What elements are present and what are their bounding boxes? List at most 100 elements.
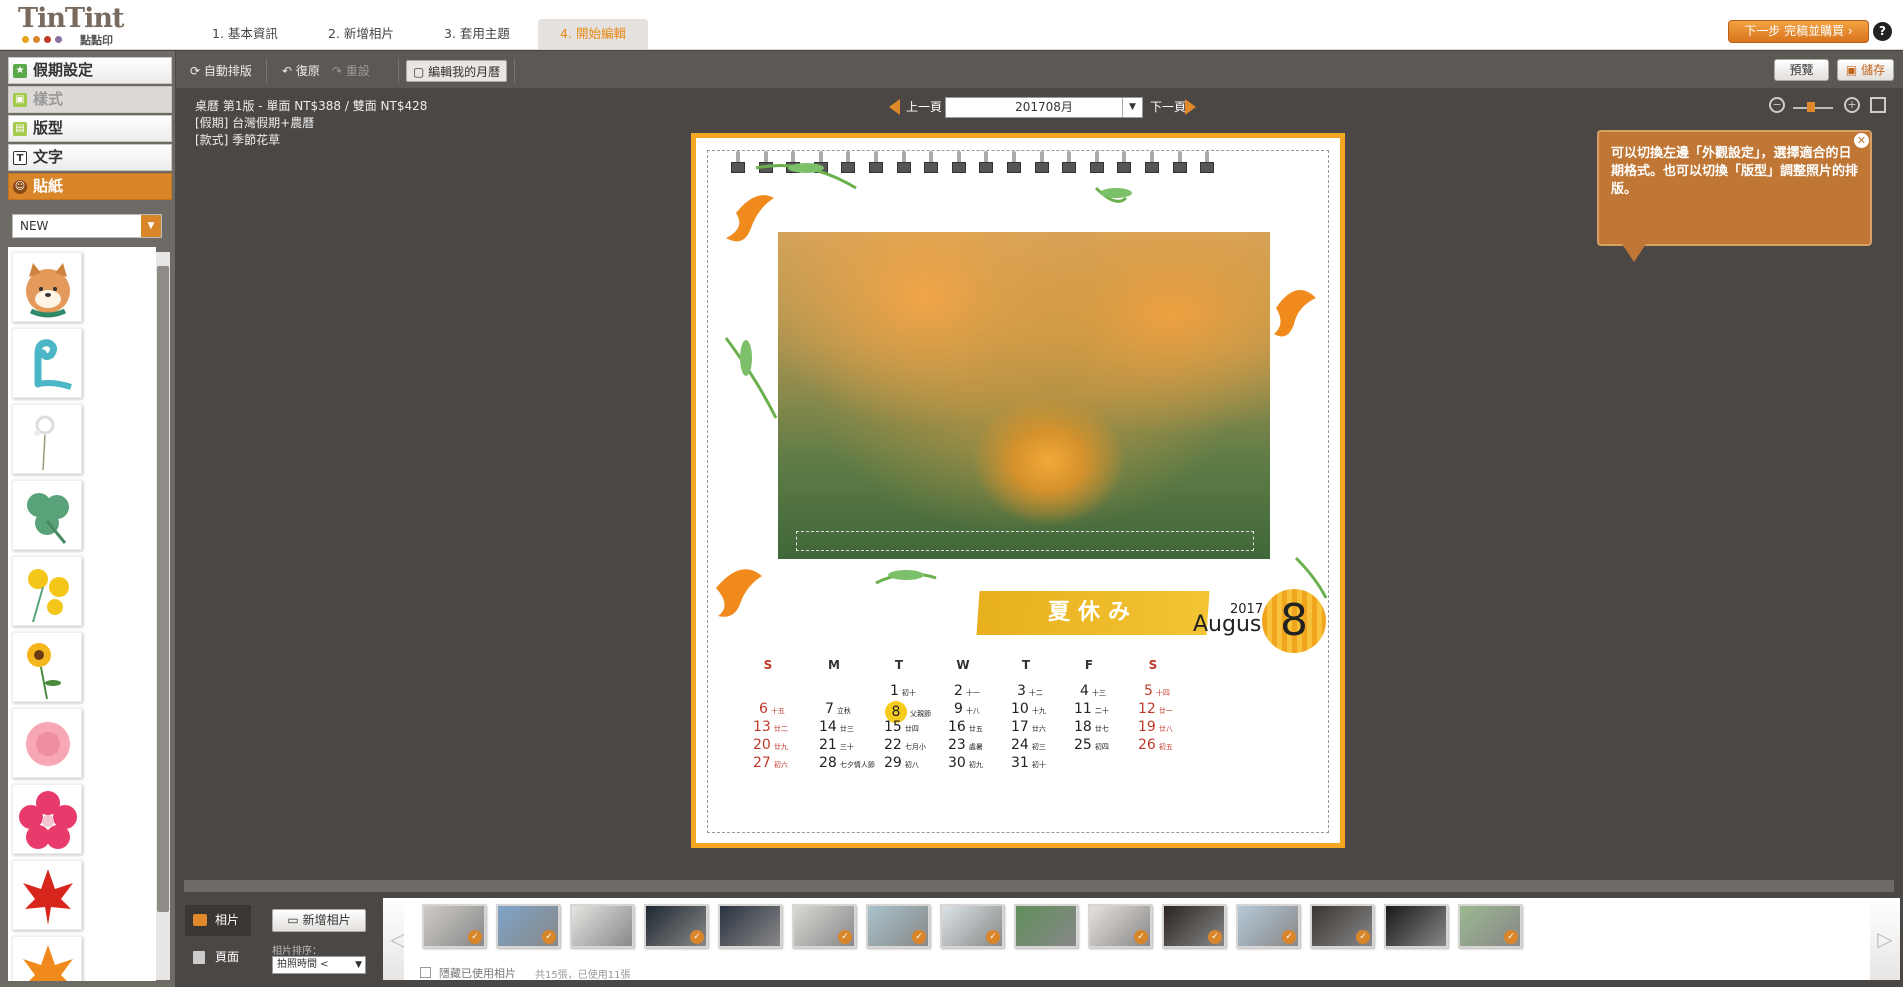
calendar-day[interactable]: 14 廿三 <box>819 719 854 737</box>
calendar-day[interactable]: 1 初十 <box>890 683 916 701</box>
help-icon[interactable]: ? <box>1873 22 1892 41</box>
edit-my-calendar-button[interactable]: ▢ 編輯我的月曆 <box>406 60 508 82</box>
photo-thumbnail[interactable] <box>1014 904 1078 948</box>
sticker-pink-carnation[interactable] <box>12 708 82 778</box>
zoom-out-icon[interactable]: − <box>1769 97 1785 113</box>
step-tab-4[interactable]: 4. 開始編輯 <box>538 19 648 49</box>
canvas-hscrollbar[interactable] <box>184 880 1894 892</box>
calendar-day[interactable]: 18 廿七 <box>1074 719 1109 737</box>
sticker-filter-select[interactable]: NEW ▼ <box>12 214 162 238</box>
photo-thumbnail[interactable]: ✓ <box>644 904 708 948</box>
calendar-day[interactable]: 25 初四 <box>1074 737 1109 755</box>
calendar-day[interactable]: 3 十二 <box>1017 683 1043 701</box>
photo-thumbnail[interactable]: ✓ <box>1236 904 1300 948</box>
auto-layout-button[interactable]: ⟳ 自動排版 <box>184 60 258 82</box>
redo-button[interactable]: ↷ 重設 <box>326 60 376 82</box>
calendar-day[interactable]: 30 初九 <box>948 755 983 773</box>
step-tab-2[interactable]: 2. 新增相片 <box>314 19 408 49</box>
calendar-title-banner[interactable]: 夏休み <box>976 591 1210 635</box>
calendar-day[interactable]: 27 初六 <box>753 755 788 773</box>
calendar-day[interactable]: 2 十一 <box>954 683 980 701</box>
next-page-button[interactable]: 下一頁 <box>1150 98 1186 115</box>
sticker-teal-swirl[interactable] <box>12 328 82 398</box>
prev-arrow-icon[interactable] <box>889 99 900 115</box>
calendar-photo[interactable] <box>778 232 1270 559</box>
zoom-slider-handle[interactable] <box>1807 102 1815 112</box>
photo-thumbnail[interactable]: ✓ <box>792 904 856 948</box>
close-icon[interactable]: ✕ <box>1854 133 1869 148</box>
calendar-day[interactable]: 5 十四 <box>1144 683 1170 701</box>
calendar-day[interactable]: 21 三十 <box>819 737 854 755</box>
logo[interactable]: TinTint 點點印 <box>18 4 128 48</box>
photo-thumbnail[interactable]: ✓ <box>866 904 930 948</box>
sticker-sunflower[interactable] <box>12 632 82 702</box>
calendar-day[interactable]: 12 廿一 <box>1138 701 1173 719</box>
photo-thumbnail[interactable]: ✓ <box>1458 904 1522 948</box>
checkbox[interactable] <box>420 967 431 978</box>
calendar-day[interactable]: 22 七月小 <box>884 737 926 755</box>
calendar-day[interactable]: 24 初三 <box>1011 737 1046 755</box>
add-photo-button[interactable]: ▭ 新增相片 <box>272 909 366 932</box>
photo-thumbnail[interactable]: ✓ <box>496 904 560 948</box>
zoom-in-icon[interactable]: + <box>1844 97 1860 113</box>
calendar-day[interactable]: 13 廿二 <box>753 719 788 737</box>
photo-thumbnail[interactable]: ✓ <box>940 904 1004 948</box>
photo-thumbnail[interactable]: ✓ <box>422 904 486 948</box>
prev-page-button[interactable]: 上一頁 <box>906 98 942 115</box>
category-layout[interactable]: ▤ 版型 <box>8 115 172 142</box>
calendar-day[interactable]: 11 二十 <box>1074 701 1109 719</box>
sticker-orange-maple-leaf[interactable] <box>12 936 82 981</box>
sticker-white-flower[interactable] <box>12 404 82 474</box>
filmstrip-next-icon[interactable]: ▷ <box>1870 898 1900 980</box>
step-tab-3[interactable]: 3. 套用主題 <box>430 19 524 49</box>
calendar-day[interactable]: 26 初五 <box>1138 737 1173 755</box>
sticker-yellow-flower[interactable] <box>12 556 82 626</box>
preview-button[interactable]: 預覽 <box>1774 59 1829 81</box>
calendar-day[interactable]: 4 十三 <box>1080 683 1106 701</box>
photo-thumbnail[interactable] <box>1384 904 1448 948</box>
category-text[interactable]: T 文字 <box>8 144 172 171</box>
photo-thumbnail[interactable]: ✓ <box>1088 904 1152 948</box>
sticker-pink-blossom[interactable] <box>12 784 82 854</box>
calendar-day[interactable]: 29 初八 <box>884 755 919 773</box>
tab-pages[interactable]: 頁面 <box>185 942 251 973</box>
calendar-day[interactable]: 16 廿五 <box>948 719 983 737</box>
photo-thumbnail[interactable] <box>718 904 782 948</box>
calendar-day[interactable]: 6 十五 <box>759 701 785 719</box>
sticker-scrollbar[interactable] <box>156 252 170 980</box>
calendar-day[interactable]: 23 處暑 <box>948 737 983 755</box>
photo-thumbnail[interactable]: ✓ <box>1310 904 1374 948</box>
calendar-page[interactable]: 夏休み 2017 August 8 S M T W T F S 1 初十 2 十一 3 十二 4 十三 5 十四… <box>691 133 1345 848</box>
photo-caption-box[interactable] <box>796 531 1254 551</box>
calendar-day[interactable]: 10 十九 <box>1011 701 1046 719</box>
scrollbar-thumb[interactable] <box>157 266 169 912</box>
calendar-day[interactable]: 19 廿八 <box>1138 719 1173 737</box>
calendar-day[interactable]: 7 立秋 <box>825 701 851 719</box>
step-tab-1[interactable]: 1. 基本資訊 <box>198 19 292 49</box>
sticker-green-clover[interactable] <box>12 480 82 550</box>
photo-thumbnail[interactable] <box>570 904 634 948</box>
calendar-day[interactable]: 31 初十 <box>1011 755 1046 773</box>
category-holiday[interactable]: ★ 假期設定 <box>8 57 172 84</box>
calendar-day[interactable]: 17 廿六 <box>1011 719 1046 737</box>
calendar-day[interactable]: 15 廿四 <box>884 719 919 737</box>
month-select[interactable]: 201708月 ▼ <box>945 97 1143 118</box>
calendar-day[interactable]: 8 父親節 <box>885 701 931 723</box>
category-style[interactable]: ▣ 樣式 <box>8 86 172 113</box>
next-arrow-icon[interactable] <box>1185 99 1196 115</box>
category-sticker[interactable]: ☺ 貼紙 <box>8 173 172 200</box>
photo-sort-select[interactable]: 拍照時間 < ▼ <box>272 956 366 974</box>
canvas-vscrollbar[interactable] <box>1886 89 1900 879</box>
photo-thumbnail[interactable]: ✓ <box>1162 904 1226 948</box>
sticker-red-maple-leaf[interactable] <box>12 860 82 930</box>
undo-button[interactable]: ↶ 復原 <box>276 60 326 82</box>
hide-used-checkbox[interactable]: 隱藏已使用相片 <box>420 965 516 981</box>
next-step-button[interactable]: 下一步 完稿並購買 › <box>1728 20 1869 43</box>
calendar-day[interactable]: 9 十八 <box>954 701 980 719</box>
save-button[interactable]: ▣ 儲存 <box>1837 59 1894 81</box>
fullscreen-icon[interactable] <box>1870 97 1886 113</box>
tab-photos[interactable]: 相片 <box>185 905 251 936</box>
calendar-day[interactable]: 28 七夕情人節 <box>819 755 875 773</box>
calendar-day[interactable]: 20 廿九 <box>753 737 788 755</box>
sticker-shiba-dog[interactable] <box>12 252 82 322</box>
